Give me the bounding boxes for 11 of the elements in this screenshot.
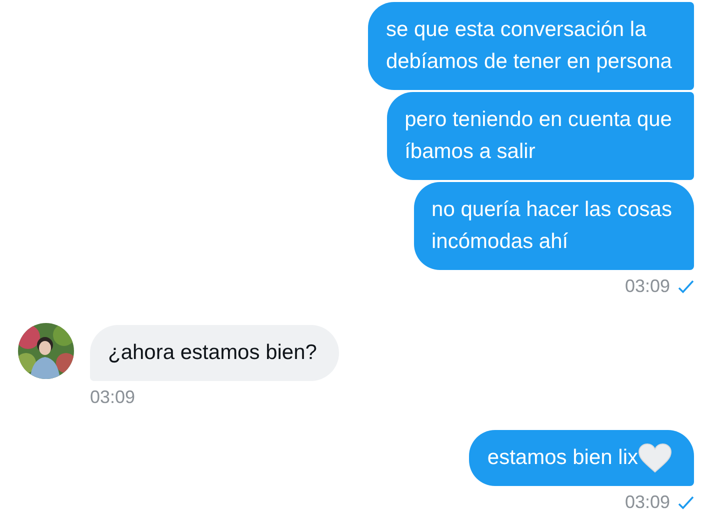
checkmark-icon bbox=[678, 280, 694, 294]
message-text: se que esta conversación la debíamos de tener en persona bbox=[386, 17, 672, 75]
checkmark-icon bbox=[678, 496, 694, 510]
timestamp: 03:09 bbox=[624, 276, 670, 297]
timestamp: 03:09 bbox=[90, 387, 136, 408]
message-text: estamos bien lix bbox=[487, 445, 638, 471]
message-text: pero teniendo en cuenta que íbamos a salir bbox=[404, 107, 672, 165]
message-text: ¿ahora estamos bien? bbox=[108, 340, 317, 366]
timestamp: 03:09 bbox=[624, 492, 670, 513]
heart-icon bbox=[638, 443, 672, 473]
message-text: no quería hacer las cosas incómodas ahí bbox=[432, 197, 672, 255]
